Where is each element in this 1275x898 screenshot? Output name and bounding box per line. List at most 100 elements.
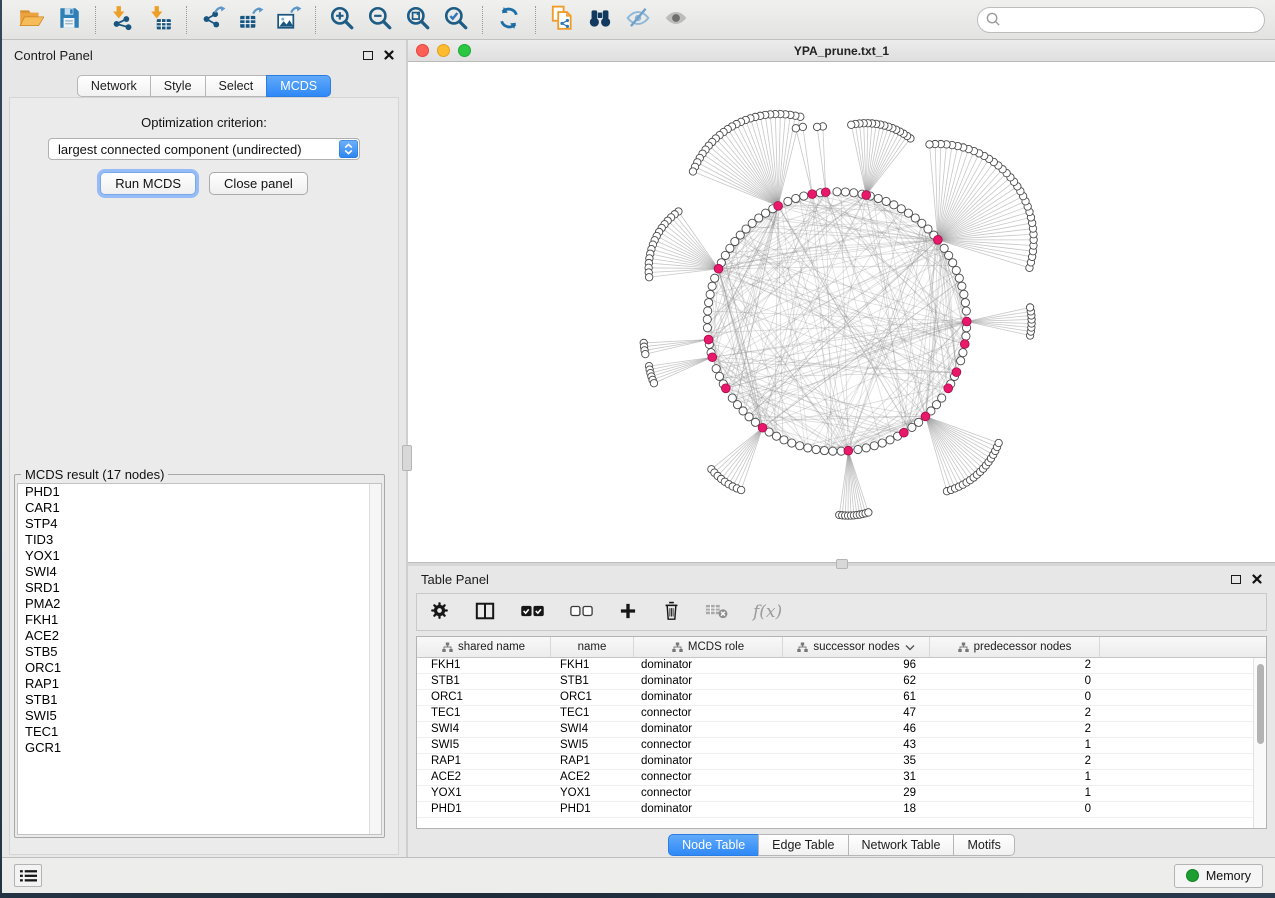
network-node[interactable] bbox=[882, 197, 890, 205]
network-node[interactable] bbox=[796, 442, 804, 450]
zoom-out-button[interactable] bbox=[361, 4, 399, 36]
table-row[interactable]: STB1STB1dominator620 bbox=[417, 674, 1266, 690]
mcds-result-item[interactable]: CAR1 bbox=[18, 500, 381, 516]
mcds-result-item[interactable]: PHD1 bbox=[18, 484, 381, 500]
close-panel-icon[interactable] bbox=[384, 48, 394, 63]
network-node[interactable] bbox=[645, 274, 652, 281]
dominator-node[interactable] bbox=[708, 353, 717, 362]
delete-column-icon[interactable] bbox=[662, 600, 681, 624]
mcds-result-item[interactable]: TEC1 bbox=[18, 724, 381, 740]
table-row[interactable]: FKH1FKH1dominator962 bbox=[417, 658, 1266, 674]
dominator-node[interactable] bbox=[921, 412, 930, 421]
network-node[interactable] bbox=[961, 299, 969, 307]
export-table-button[interactable] bbox=[232, 4, 270, 36]
network-node[interactable] bbox=[958, 282, 966, 290]
tab-motifs[interactable]: Motifs bbox=[953, 834, 1014, 856]
table-row[interactable]: SWI4SWI4dominator462 bbox=[417, 722, 1266, 738]
network-node[interactable] bbox=[952, 266, 960, 274]
task-history-button[interactable] bbox=[14, 864, 42, 887]
network-node[interactable] bbox=[850, 189, 858, 197]
network-node[interactable] bbox=[865, 509, 872, 516]
dominator-node[interactable] bbox=[960, 340, 969, 349]
network-node[interactable] bbox=[703, 324, 711, 332]
network-node[interactable] bbox=[841, 188, 849, 196]
table-row[interactable]: TEC1TEC1connector472 bbox=[417, 706, 1266, 722]
export-image-button[interactable] bbox=[270, 4, 308, 36]
network-canvas[interactable] bbox=[408, 62, 1275, 562]
network-node[interactable] bbox=[706, 290, 714, 298]
dominator-node[interactable] bbox=[808, 190, 817, 199]
mcds-result-item[interactable]: ACE2 bbox=[18, 628, 381, 644]
import-network-button[interactable] bbox=[103, 4, 141, 36]
zoom-selected-button[interactable] bbox=[437, 4, 475, 36]
tab-network-table[interactable]: Network Table bbox=[848, 834, 955, 856]
dominator-node[interactable] bbox=[721, 384, 730, 393]
network-node[interactable] bbox=[959, 349, 967, 357]
network-node[interactable] bbox=[878, 439, 886, 447]
network-node[interactable] bbox=[708, 282, 716, 290]
mcds-result-item[interactable]: ORC1 bbox=[18, 660, 381, 676]
show-column-pane-icon[interactable] bbox=[474, 601, 496, 624]
network-node[interactable] bbox=[650, 380, 657, 387]
save-session-button[interactable] bbox=[50, 4, 88, 36]
network-node[interactable] bbox=[848, 121, 855, 128]
table-row[interactable]: SWI5SWI5connector431 bbox=[417, 738, 1266, 754]
dominator-node[interactable] bbox=[758, 423, 767, 432]
network-node[interactable] bbox=[813, 123, 820, 130]
first-neighbors-button[interactable] bbox=[581, 4, 619, 36]
memory-button[interactable]: Memory bbox=[1174, 864, 1263, 888]
dominator-node[interactable] bbox=[774, 201, 783, 210]
mcds-result-item[interactable]: STB5 bbox=[18, 644, 381, 660]
network-node[interactable] bbox=[728, 394, 736, 402]
zoom-in-button[interactable] bbox=[323, 4, 361, 36]
network-node[interactable] bbox=[800, 192, 808, 200]
settings-gear-icon[interactable] bbox=[429, 600, 450, 624]
column-header-predecessor-nodes[interactable]: predecessor nodes bbox=[930, 637, 1100, 657]
network-node[interactable] bbox=[960, 290, 968, 298]
network-node[interactable] bbox=[704, 307, 712, 315]
network-node[interactable] bbox=[945, 251, 953, 259]
tab-edge-table[interactable]: Edge Table bbox=[758, 834, 848, 856]
dominator-node[interactable] bbox=[821, 188, 830, 197]
network-node[interactable] bbox=[1026, 304, 1033, 311]
table-row[interactable]: ACE2ACE2connector311 bbox=[417, 770, 1266, 786]
import-table-button[interactable] bbox=[141, 4, 179, 36]
tab-node-table[interactable]: Node Table bbox=[668, 834, 759, 856]
dominator-node[interactable] bbox=[714, 264, 723, 273]
float-panel-icon[interactable] bbox=[1231, 575, 1241, 584]
vertical-splitter[interactable] bbox=[406, 40, 408, 857]
network-node[interactable] bbox=[833, 188, 841, 196]
network-node[interactable] bbox=[711, 274, 719, 282]
mcds-result-item[interactable]: SRD1 bbox=[18, 580, 381, 596]
network-node[interactable] bbox=[949, 259, 957, 267]
open-session-button[interactable] bbox=[12, 4, 50, 36]
run-mcds-button[interactable]: Run MCDS bbox=[100, 172, 196, 195]
tab-style[interactable]: Style bbox=[150, 75, 206, 97]
apply-layout-button[interactable] bbox=[490, 4, 528, 36]
mcds-result-item[interactable]: PMA2 bbox=[18, 596, 381, 612]
network-node[interactable] bbox=[926, 141, 933, 148]
network-node[interactable] bbox=[870, 442, 878, 450]
column-header-successor-nodes[interactable]: successor nodes bbox=[783, 637, 930, 657]
column-header-mcds-role[interactable]: MCDS role bbox=[634, 637, 783, 657]
network-node[interactable] bbox=[804, 444, 812, 452]
dominator-node[interactable] bbox=[704, 335, 713, 344]
clone-network-button[interactable] bbox=[543, 4, 581, 36]
mcds-list-scrollbar[interactable] bbox=[369, 484, 381, 834]
table-row[interactable]: RAP1RAP1dominator352 bbox=[417, 754, 1266, 770]
table-scrollbar[interactable] bbox=[1253, 658, 1266, 828]
network-node[interactable] bbox=[886, 436, 894, 444]
network-node[interactable] bbox=[761, 209, 769, 217]
dominator-node[interactable] bbox=[962, 317, 971, 326]
network-node[interactable] bbox=[712, 365, 720, 373]
network-node[interactable] bbox=[957, 357, 965, 365]
mcds-result-item[interactable]: SWI5 bbox=[18, 708, 381, 724]
close-panel-icon[interactable] bbox=[1252, 572, 1262, 587]
network-node[interactable] bbox=[820, 447, 828, 455]
table-scrollbar-thumb[interactable] bbox=[1257, 664, 1264, 744]
network-node[interactable] bbox=[874, 194, 882, 202]
network-node[interactable] bbox=[705, 299, 713, 307]
table-row[interactable]: PHD1PHD1dominator180 bbox=[417, 802, 1266, 818]
network-node[interactable] bbox=[955, 274, 963, 282]
network-node[interactable] bbox=[962, 332, 970, 340]
